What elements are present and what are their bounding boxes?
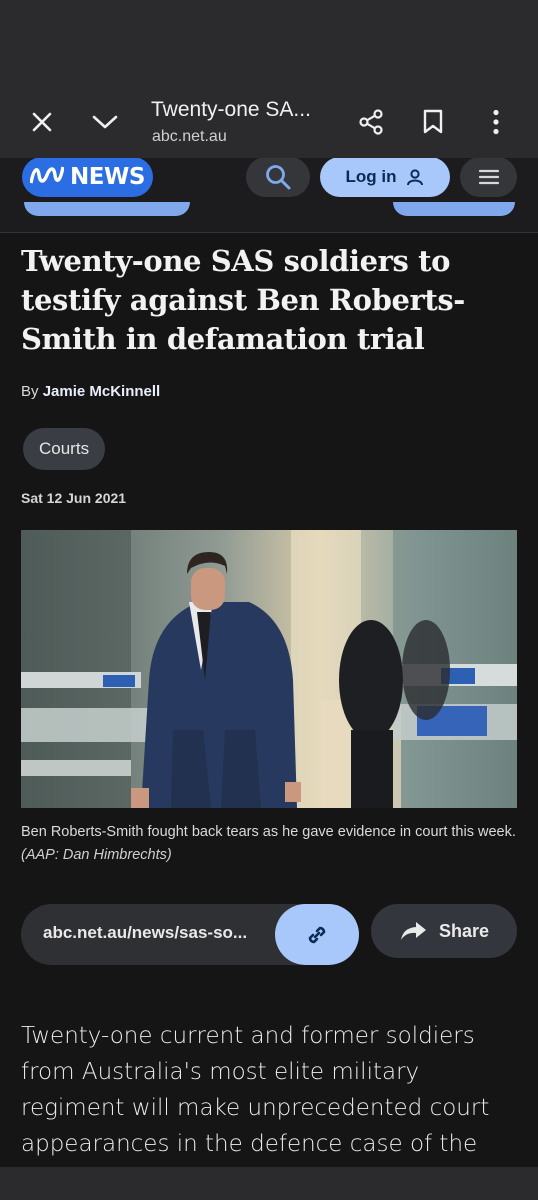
browser-toolbar: Twenty-one SA... abc.net.au — [0, 0, 538, 158]
system-nav-bar — [0, 1167, 538, 1200]
share-url-field[interactable]: abc.net.au/news/sas-so... — [21, 904, 359, 965]
search-icon — [266, 165, 291, 190]
article-body: Twenty-one current and former soldiers f… — [21, 1023, 490, 1157]
tab-title[interactable]: Twenty-one SA... — [151, 98, 311, 122]
login-button[interactable]: Log in — [320, 158, 450, 197]
menu-button[interactable] — [460, 158, 517, 197]
nav-pill-peek — [393, 202, 515, 216]
caption-credit: (AAP: Dan Himbrechts) — [21, 847, 172, 863]
byline: By Jamie McKinnell — [21, 383, 160, 400]
bookmark-icon[interactable] — [413, 102, 453, 142]
copy-link-button[interactable] — [275, 904, 359, 965]
site-header: NEWS Log in — [0, 158, 538, 233]
more-vert-icon[interactable] — [476, 102, 516, 142]
byline-prefix: By — [21, 383, 39, 400]
topic-tag[interactable]: Courts — [23, 428, 106, 470]
share-label: Share — [438, 920, 490, 941]
hamburger-icon — [478, 169, 499, 185]
search-button[interactable] — [246, 158, 310, 197]
caption-text: Ben Roberts-Smith fought back tears as h… — [21, 824, 516, 840]
share-button[interactable]: Share — [371, 904, 517, 958]
abc-news-logo[interactable]: NEWS — [22, 158, 153, 197]
share-arrow-icon — [400, 922, 426, 940]
photo-caption: Ben Roberts-Smith fought back tears as h… — [21, 821, 521, 867]
chevron-down-icon[interactable] — [85, 102, 125, 142]
link-icon — [308, 926, 326, 943]
abc-logo-icon — [29, 165, 65, 190]
author-link[interactable]: Jamie McKinnell — [43, 383, 161, 400]
share-icon[interactable] — [351, 102, 391, 142]
logo-word: NEWS — [70, 164, 145, 190]
user-icon — [407, 169, 424, 186]
article-headline: Twenty-one SAS soldiers to testify again… — [21, 244, 465, 356]
share-url-text: abc.net.au/news/sas-so... — [43, 923, 248, 942]
publish-date: Sat 12 Jun 2021 — [21, 490, 127, 506]
close-icon[interactable] — [22, 102, 62, 142]
login-label: Log in — [345, 167, 397, 186]
tab-url[interactable]: abc.net.au — [152, 128, 227, 146]
article-photo — [21, 530, 517, 808]
nav-pill-peek — [24, 202, 190, 216]
